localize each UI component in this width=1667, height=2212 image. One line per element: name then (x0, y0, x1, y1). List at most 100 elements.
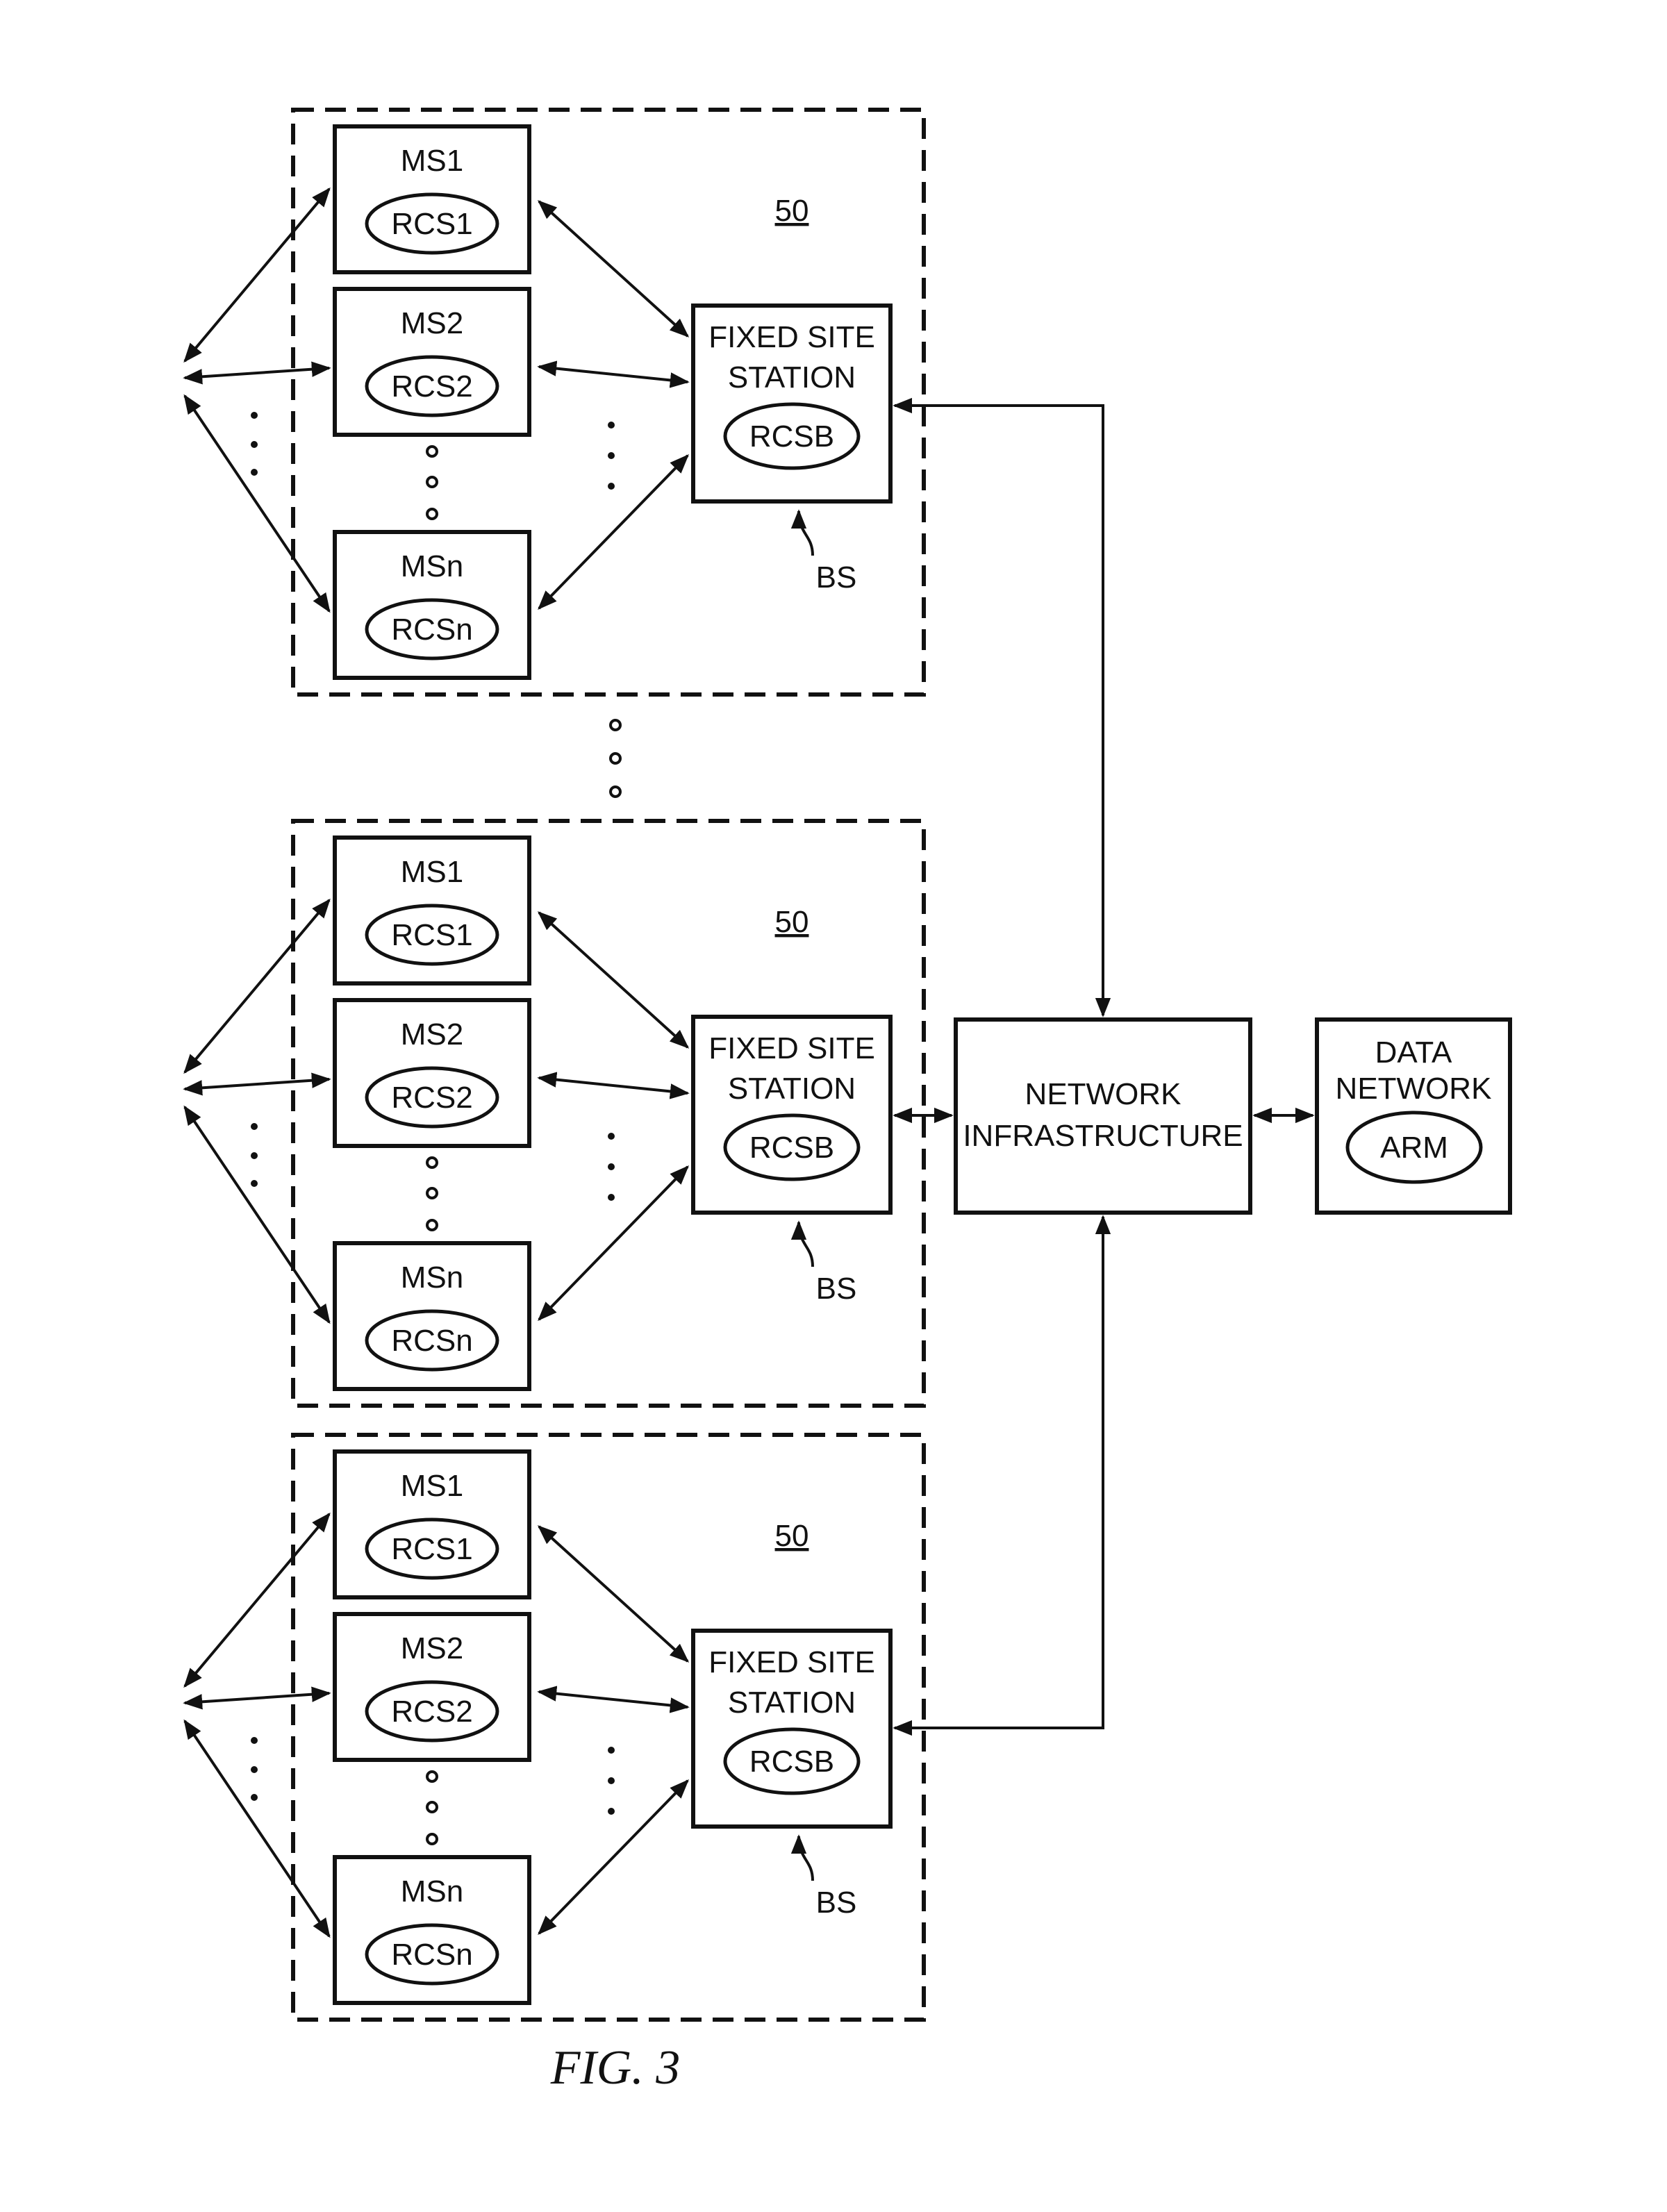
cluster-ref-number: 50 (775, 905, 809, 939)
wireless-link-bs (537, 1525, 690, 1663)
mobile-station-name: MS1 (401, 1469, 463, 1503)
mobile-station-ms1: MS1 RCS1 (333, 124, 531, 274)
rcs-label: RCS1 (391, 207, 472, 241)
mobile-station-name: MS2 (401, 1017, 463, 1051)
mobile-station-ms1: MS1 RCS1 (333, 835, 531, 986)
network-infrastructure-line2: INFRASTRUCTURE (963, 1119, 1243, 1153)
wireless-link-external (183, 1512, 331, 1688)
mobile-station-msn: MSn RCSn (333, 1241, 531, 1391)
rcs-label: RCS2 (391, 369, 472, 404)
data-network-line2: NETWORK (1336, 1072, 1492, 1106)
link-ellipsis-dot (608, 452, 615, 459)
cluster-2: 50 MS1 RCS1 MS2 RCS2 MSn RCSn FIXED SITE STATION… (183, 819, 926, 1408)
rcs-label: RCSn (391, 1938, 472, 1972)
cluster-ellipsis (609, 719, 622, 798)
mobile-ellipsis-dot (426, 1219, 438, 1231)
fig3-diagram: 50 MS1 RCS1 MS2 RCS2 MSn RCSn FIXED SITE STATION… (183, 108, 1512, 2095)
wireless-link-bs (537, 1072, 690, 1099)
link-ellipsis-dot (608, 1777, 615, 1784)
link-ellipsis-dot (608, 1163, 615, 1170)
mobile-station-msn: MSn RCSn (333, 1855, 531, 2005)
rcsb-label: RCSB (749, 1131, 834, 1165)
mobile-station-name: MSn (401, 549, 463, 583)
mobile-ellipsis-dot (426, 1833, 438, 1845)
fixed-site-line2: STATION (728, 1686, 856, 1720)
wireless-link-bs (538, 1779, 689, 1936)
fixed-site-station: FIXED SITE STATION RCSB (691, 1629, 893, 1829)
bs-label: BS (816, 1886, 857, 1920)
link-ellipsis-dot (251, 1737, 258, 1744)
data-network-line1: DATA (1375, 1036, 1452, 1070)
fixed-site-line2: STATION (728, 1072, 856, 1106)
link-ellipsis-dot (251, 469, 258, 476)
cluster-3: 50 MS1 RCS1 MS2 RCS2 MSn RCSn FIXED SITE STATION… (183, 1433, 926, 2022)
rcs-label: RCS2 (391, 1695, 472, 1729)
rcs-label: RCSn (391, 1324, 472, 1358)
mobile-ellipsis-dot (426, 508, 438, 520)
wireless-link-bs (537, 911, 690, 1049)
wireless-link-bs (537, 200, 690, 338)
wireless-link-external (183, 361, 331, 385)
cluster-ref-number: 50 (775, 1519, 809, 1553)
wireless-link-bs (538, 454, 689, 610)
bs-label: BS (816, 560, 857, 594)
mobile-ellipsis-dot (426, 1156, 438, 1169)
link-ellipsis-dot (608, 1194, 615, 1201)
mobile-station-ms2: MS2 RCS2 (333, 1612, 531, 1762)
mobile-station-msn: MSn RCSn (333, 530, 531, 680)
rcsb-label: RCSB (749, 1745, 834, 1779)
wireless-link-external (183, 394, 331, 613)
mobile-station-ms1: MS1 RCS1 (333, 1449, 531, 1599)
cluster-1: 50 MS1 RCS1 MS2 RCS2 MSn RCSn FIXED SITE STATION… (183, 108, 926, 697)
mobile-station-name: MS2 (401, 1631, 463, 1665)
rcsb-label: RCSB (749, 419, 834, 454)
bs-leader-line (790, 1220, 814, 1267)
link-ellipsis-dot (251, 1152, 258, 1159)
mobile-ellipsis-dot (426, 1801, 438, 1813)
fixed-site-line2: STATION (728, 360, 856, 394)
mobile-station-ms2: MS2 RCS2 (333, 287, 531, 437)
network-infrastructure-line1: NETWORK (1025, 1077, 1181, 1111)
mobile-ellipsis-dot (426, 1770, 438, 1783)
link-ellipsis-dot (608, 1808, 615, 1815)
bs-leader-line (790, 509, 814, 556)
wireless-link-bs (537, 1686, 690, 1713)
mobile-station-name: MSn (401, 1874, 463, 1909)
cluster-ref-number: 50 (775, 194, 809, 228)
rcs-label: RCS1 (391, 918, 472, 952)
link-ellipsis-dot (251, 1794, 258, 1801)
link-ellipsis-dot (251, 1180, 258, 1187)
wireless-link-external (183, 1719, 331, 1938)
link-ellipsis-dot (251, 441, 258, 448)
link-ellipsis-dot (608, 422, 615, 429)
mobile-ellipsis-dot (426, 1187, 438, 1199)
data-network-block: DATA NETWORK ARM (1315, 1017, 1512, 1215)
fixed-site-line1: FIXED SITE (708, 1645, 875, 1679)
mobile-station-ms2: MS2 RCS2 (333, 998, 531, 1148)
mobile-station-name: MS1 (401, 855, 463, 889)
link-ellipsis-dot (251, 412, 258, 419)
wireless-link-external (183, 187, 331, 363)
link-ellipsis-dot (608, 1747, 615, 1754)
figure-caption: FIG. 3 (550, 2041, 681, 2095)
mobile-ellipsis-dot (426, 445, 438, 458)
link-ellipsis-dot (608, 1133, 615, 1140)
arm-label: ARM (1380, 1131, 1448, 1165)
bs-label: BS (816, 1272, 857, 1306)
rcs-label: RCS2 (391, 1081, 472, 1115)
link-ellipsis-dot (608, 483, 615, 490)
bs1-ni-link (893, 397, 1111, 1017)
link-ellipsis-dot (251, 1766, 258, 1773)
rcs-label: RCS1 (391, 1532, 472, 1566)
fixed-site-station: FIXED SITE STATION RCSB (691, 303, 893, 504)
fixed-site-line1: FIXED SITE (708, 320, 875, 354)
mobile-station-name: MS1 (401, 144, 463, 178)
fixed-site-station: FIXED SITE STATION RCSB (691, 1015, 893, 1215)
link-ellipsis-dot (251, 1123, 258, 1130)
network-infrastructure-block: NETWORK INFRASTRUCTURE (954, 1017, 1252, 1215)
mobile-station-name: MS2 (401, 306, 463, 340)
wireless-link-external (183, 1072, 331, 1096)
wireless-link-external (183, 898, 331, 1074)
wireless-link-external (183, 1686, 331, 1710)
fixed-site-line1: FIXED SITE (708, 1031, 875, 1065)
